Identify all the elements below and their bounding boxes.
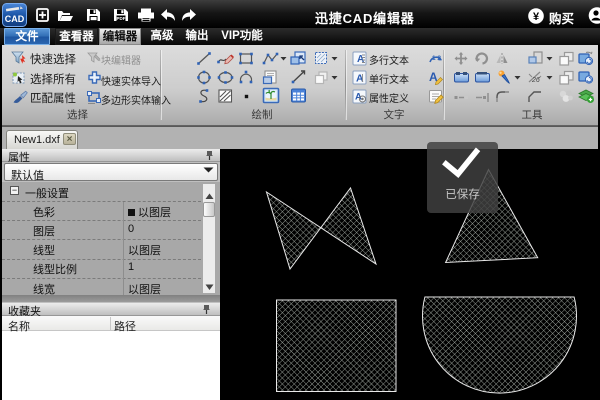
svg-text:1 2: 1 2 bbox=[432, 55, 441, 62]
svg-text:¥: ¥ bbox=[533, 11, 540, 23]
svg-text:A: A bbox=[357, 54, 364, 65]
svg-text:PDF: PDF bbox=[117, 16, 126, 21]
svg-text:CAD: CAD bbox=[5, 14, 25, 24]
svg-text:26: 26 bbox=[531, 77, 540, 84]
